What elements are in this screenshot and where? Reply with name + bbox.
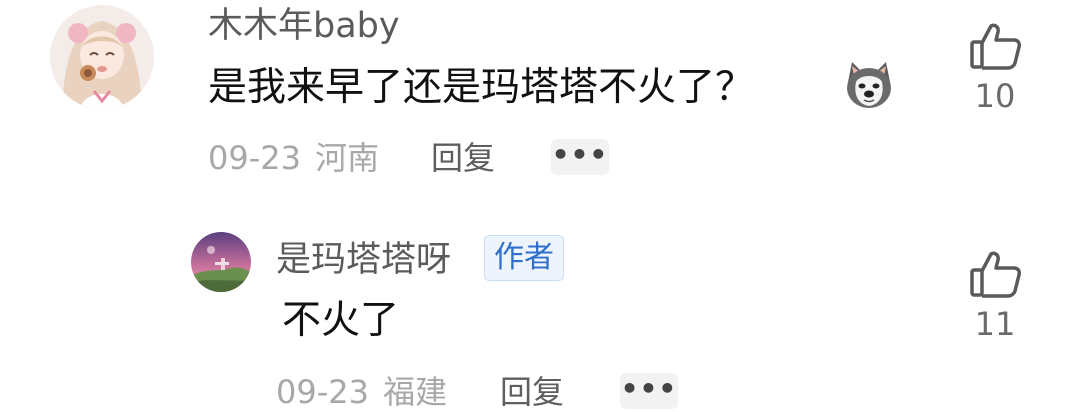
comment-meta: 09-23 河南: [208, 138, 379, 178]
comment-location: 河南: [315, 139, 380, 177]
reply-location: 福建: [383, 373, 448, 411]
reply-meta: 09-23 福建: [276, 372, 447, 412]
reply-like-button[interactable]: 11: [965, 250, 1025, 344]
commenter-avatar[interactable]: [50, 5, 154, 109]
commenter-username[interactable]: 木木年baby: [208, 6, 400, 46]
author-badge: 作者: [484, 235, 564, 281]
reply-like-count: 11: [974, 305, 1016, 343]
comment-like-button[interactable]: 10: [965, 22, 1025, 116]
reply-author-avatar[interactable]: [191, 232, 251, 292]
comment-reply-button[interactable]: 回复: [431, 138, 495, 178]
reply-author-username[interactable]: 是玛塔塔呀: [276, 240, 451, 280]
thumbs-up-icon: [970, 251, 1021, 298]
reply-reply-button[interactable]: 回复: [500, 372, 564, 412]
comment-like-count: 10: [974, 77, 1016, 115]
reply-more-button[interactable]: •••: [620, 373, 678, 409]
comment-more-button[interactable]: •••: [551, 139, 609, 175]
reply-date: 09-23: [276, 373, 369, 411]
comment-text-body: 是我来早了还是玛塔塔不火了？: [208, 65, 755, 110]
husky-doge-emoji-icon: [842, 58, 896, 116]
thumbs-up-icon: [970, 23, 1021, 70]
comment-date: 09-23: [208, 139, 301, 177]
reply-text: 不火了: [282, 298, 400, 343]
comment-text: 是我来早了还是玛塔塔不火了？: [208, 65, 754, 111]
